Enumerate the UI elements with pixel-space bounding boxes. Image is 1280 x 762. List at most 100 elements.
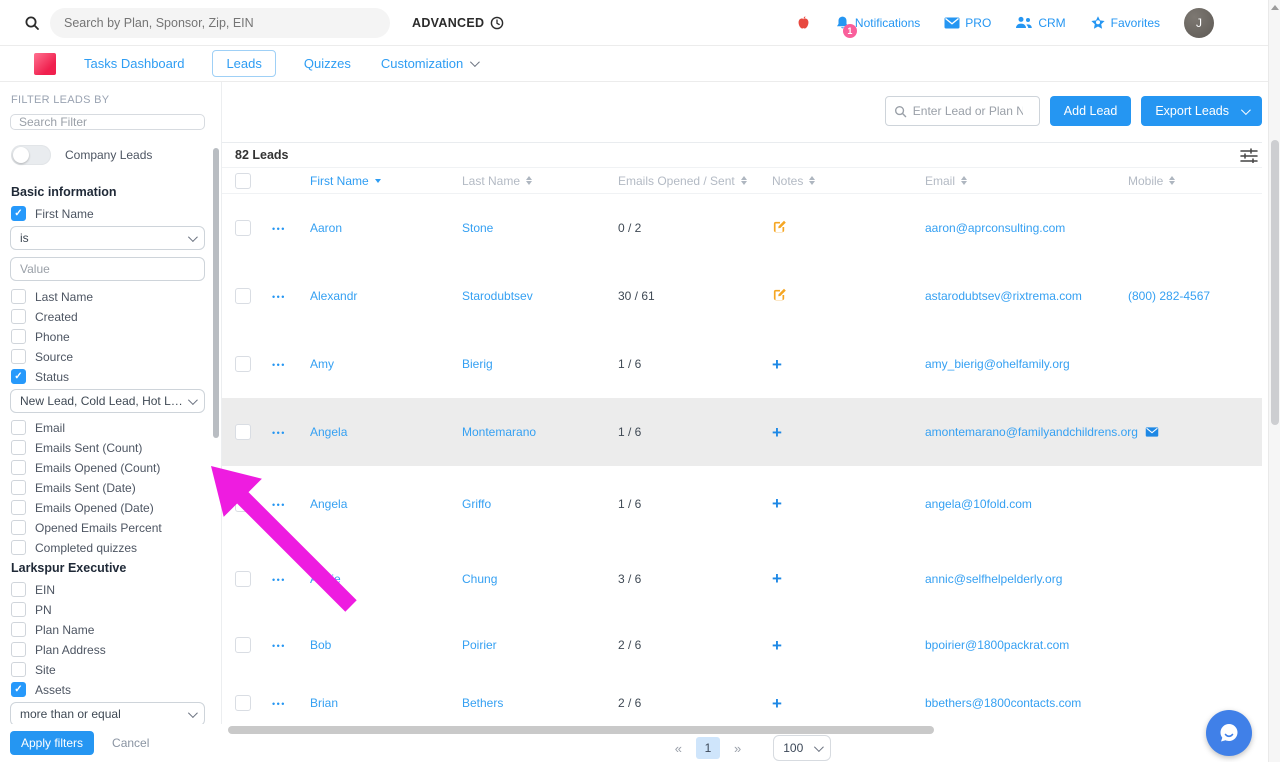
checkbox[interactable] [11,480,26,495]
email-link[interactable]: bpoirier@1800packrat.com [925,638,1118,652]
checkbox[interactable] [11,520,26,535]
page-number[interactable]: 1 [696,737,720,759]
checkbox[interactable]: ✓ [11,369,26,384]
last-name-link[interactable]: Griffo [462,497,608,511]
company-leads-toggle[interactable] [11,145,51,165]
add-note-button[interactable]: + [772,423,782,442]
sidebar-scrollbar[interactable] [213,148,219,438]
tab-customization[interactable]: Customization [379,51,479,76]
chat-button[interactable] [1206,710,1252,756]
next-page-button[interactable]: » [730,741,745,756]
row-checkbox[interactable] [235,695,251,711]
search-icon[interactable] [24,15,40,31]
checkbox[interactable]: ✓ [11,206,26,221]
last-name-link[interactable]: Montemarano [462,425,608,439]
checkbox[interactable] [11,309,26,324]
browser-scrollbar-thumb[interactable] [1271,140,1279,425]
row-checkbox[interactable] [235,637,251,653]
last-name-link[interactable]: Stone [462,221,608,235]
checkbox[interactable] [11,349,26,364]
checkbox[interactable] [11,602,26,617]
row-checkbox[interactable] [235,356,251,372]
global-search[interactable] [50,8,390,38]
checkbox[interactable] [11,420,26,435]
row-checkbox[interactable] [235,220,251,236]
apple-icon[interactable] [796,15,811,31]
column-header-email[interactable]: Email [915,174,1118,188]
favorites-button[interactable]: Favorites [1090,15,1160,30]
filter-operator-select[interactable]: is [10,226,205,250]
last-name-link[interactable]: Bierig [462,357,608,371]
row-checkbox[interactable] [235,496,251,512]
row-menu-button[interactable]: ••• [272,699,286,709]
email-link[interactable]: amy_bierig@ohelfamily.org [925,357,1118,371]
checkbox[interactable] [11,642,26,657]
last-name-link[interactable]: Poirier [462,638,608,652]
mobile-link[interactable]: (800) 282-4567 [1128,289,1262,303]
email-link[interactable]: astarodubtsev@rixtrema.com [925,289,1118,303]
add-lead-button[interactable]: Add Lead [1050,96,1132,126]
checkbox[interactable] [11,540,26,555]
row-menu-button[interactable]: ••• [272,500,286,510]
email-link[interactable]: aaron@aprconsulting.com [925,221,1118,235]
row-checkbox[interactable] [235,571,251,587]
email-link[interactable]: angela@10fold.com [925,497,1118,511]
row-checkbox[interactable] [235,424,251,440]
checkbox[interactable] [11,329,26,344]
lead-search[interactable] [885,96,1040,126]
first-name-link[interactable]: Amy [310,357,452,371]
column-header-mobile[interactable]: Mobile [1118,174,1262,188]
checkbox[interactable] [11,440,26,455]
edit-note-icon[interactable] [772,287,787,302]
checkbox[interactable] [11,582,26,597]
row-checkbox[interactable] [235,288,251,304]
add-note-button[interactable]: + [772,694,782,713]
column-header-notes[interactable]: Notes [762,174,915,188]
email-link[interactable]: bbethers@1800contacts.com [925,696,1118,710]
first-name-link[interactable]: Brian [310,696,452,710]
column-header-emails-opened-sent[interactable]: Emails Opened / Sent [608,174,762,188]
notifications-button[interactable]: 1 Notifications [835,15,920,31]
first-name-link[interactable]: Angela [310,425,452,439]
first-name-link[interactable]: Angela [310,497,452,511]
row-menu-button[interactable]: ••• [272,292,286,302]
filter-operator-select[interactable]: more than or equal [10,702,205,726]
scroll-up-arrow[interactable] [1271,5,1279,10]
last-name-link[interactable]: Starodubtsev [462,289,608,303]
checkbox[interactable] [11,622,26,637]
checkbox[interactable] [11,500,26,515]
checkbox[interactable] [11,662,26,677]
email-link[interactable]: amontemarano@familyandchildrens.org [925,425,1118,439]
first-name-link[interactable]: Aaron [310,221,452,235]
avatar[interactable]: J [1184,8,1214,38]
filter-value-input[interactable] [10,257,205,281]
advanced-search[interactable]: ADVANCED [412,16,504,30]
tab-tasks-dashboard[interactable]: Tasks Dashboard [82,51,186,76]
select-all-checkbox[interactable] [235,173,251,189]
filter-operator-select[interactable]: New Lead, Cold Lead, Hot Lead, ... [10,389,205,413]
email-link[interactable]: annic@selfhelpelderly.org [925,572,1118,586]
row-menu-button[interactable]: ••• [272,360,286,370]
pro-button[interactable]: PRO [944,16,991,30]
row-menu-button[interactable]: ••• [272,428,286,438]
global-search-input[interactable] [64,16,376,30]
browser-scrollbar[interactable] [1268,0,1280,762]
edit-note-icon[interactable] [772,219,787,234]
crm-button[interactable]: CRM [1015,16,1065,30]
page-size-select[interactable]: 100 [773,735,831,761]
last-name-link[interactable]: Bethers [462,696,608,710]
checkbox[interactable] [11,460,26,475]
cancel-button[interactable]: Cancel [112,736,149,750]
tab-quizzes[interactable]: Quizzes [302,51,353,76]
tab-leads[interactable]: Leads [212,50,275,77]
row-menu-button[interactable]: ••• [272,575,286,585]
lead-search-input[interactable] [913,104,1023,118]
column-header-last-name[interactable]: Last Name [452,174,608,188]
envelope-icon[interactable] [1145,427,1159,437]
checkbox[interactable] [11,289,26,304]
row-menu-button[interactable]: ••• [272,224,286,234]
first-name-link[interactable]: Bob [310,638,452,652]
add-note-button[interactable]: + [772,636,782,655]
first-name-link[interactable]: Annie [310,572,452,586]
row-menu-button[interactable]: ••• [272,641,286,651]
